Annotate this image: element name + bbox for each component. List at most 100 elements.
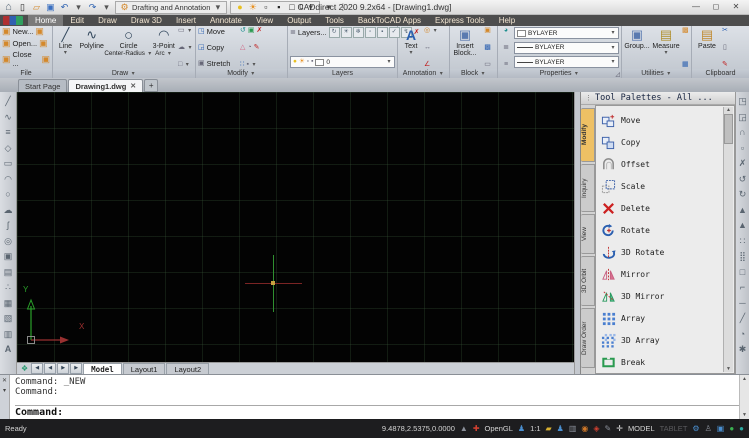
make-block-icon[interactable]: ▤ bbox=[2, 265, 15, 281]
palette-item-copy[interactable]: Copy bbox=[601, 131, 722, 153]
3d-rotate-icon[interactable]: ↻ bbox=[736, 187, 749, 203]
undo-icon[interactable]: ↶ bbox=[59, 3, 70, 12]
panel-label-modify[interactable]: Modify ▾ bbox=[196, 69, 287, 78]
spline-icon[interactable]: ʃ bbox=[2, 218, 15, 234]
orbit-icon[interactable]: ◉ bbox=[581, 425, 588, 433]
cut-icon[interactable]: ✂ bbox=[722, 27, 728, 34]
tab-view[interactable]: View bbox=[249, 15, 280, 26]
leader-icon[interactable]: ∠ bbox=[424, 61, 430, 68]
autoscale-icon[interactable]: ♟ bbox=[557, 425, 564, 433]
palette-item-3d-array[interactable]: 3D Array bbox=[601, 329, 722, 351]
panel-label-layers[interactable]: Layers bbox=[288, 69, 397, 78]
line-icon[interactable]: ╱ bbox=[2, 94, 15, 110]
new-file-icon[interactable]: ▯ bbox=[17, 3, 28, 12]
tab-home[interactable]: Home bbox=[28, 15, 63, 26]
chevron-down-icon[interactable]: ▾ bbox=[251, 62, 257, 68]
tablet-toggle[interactable]: TABLET bbox=[660, 424, 688, 433]
scrollbar-thumb[interactable] bbox=[724, 114, 733, 144]
revcloud-icon[interactable]: ☁ bbox=[2, 203, 15, 219]
multiline-icon[interactable]: ≡ bbox=[2, 125, 15, 141]
stretch-button[interactable]: ▣Stretch bbox=[198, 59, 238, 68]
polyline-icon[interactable]: ∿ bbox=[2, 110, 15, 126]
command-history[interactable]: Command: _NEW Command: Command: bbox=[10, 375, 739, 419]
linetype-dropdown[interactable]: BYLAYER ▾ bbox=[514, 42, 619, 54]
layers-manager-button[interactable]: Layers... bbox=[298, 28, 327, 37]
crosshair-toggle-icon[interactable]: ✛ bbox=[616, 425, 623, 433]
linetype-list-icon[interactable]: ≣ bbox=[500, 44, 512, 51]
palette-item-delete[interactable]: Delete bbox=[601, 197, 722, 219]
panel-label-utilities[interactable]: Utilities ▾ bbox=[622, 69, 691, 78]
redo-dropdown-icon[interactable]: ▾ bbox=[101, 3, 112, 12]
layer-state-icon[interactable]: ↻ bbox=[329, 27, 340, 38]
panel-label-clipboard[interactable]: Clipboard bbox=[692, 69, 749, 78]
new-tab-button[interactable]: + bbox=[144, 79, 158, 92]
scroll-up-icon[interactable]: ▲ bbox=[742, 376, 747, 382]
copy-icon[interactable]: ◲ bbox=[736, 110, 749, 126]
tab-start-page[interactable]: Start Page bbox=[18, 79, 67, 92]
drawing-canvas[interactable]: Y X bbox=[17, 92, 574, 362]
attach-icon[interactable]: ▭ bbox=[480, 61, 495, 68]
tab-edit[interactable]: Edit bbox=[63, 15, 91, 26]
panel-label-draw[interactable]: Draw ▾ bbox=[53, 69, 195, 78]
chamfer-icon[interactable]: ⌐ bbox=[736, 280, 749, 296]
scroll-down-icon[interactable]: ▼ bbox=[726, 366, 731, 372]
palette-tab-inquiry[interactable]: Inquiry bbox=[581, 164, 595, 212]
edit-block-icon[interactable]: ▩ bbox=[480, 44, 495, 51]
insert-block-button[interactable]: ▣ Insert Block... bbox=[452, 27, 478, 68]
3d-array-icon[interactable]: ⣿ bbox=[736, 249, 749, 265]
text-button[interactable]: A Text ▾ bbox=[400, 27, 422, 68]
extend-icon[interactable]: ▣ bbox=[248, 27, 255, 34]
command-scrollbar[interactable]: ▲ ▼ bbox=[739, 375, 749, 419]
prev-tab-button[interactable]: ◀ bbox=[44, 363, 56, 374]
tool-palettes-titlebar[interactable]: ⋮ Tool Palettes - All ... bbox=[581, 92, 735, 105]
palette-item-array[interactable]: Array bbox=[601, 307, 722, 329]
array-icon[interactable]: ∷ bbox=[240, 61, 244, 68]
rectangle-icon[interactable]: ▭ bbox=[2, 156, 15, 172]
line-button[interactable]: ╱ Line ▾ bbox=[55, 27, 76, 68]
trim-icon[interactable]: ◔ bbox=[736, 327, 749, 343]
palette-item-offset[interactable]: Offset bbox=[601, 153, 722, 175]
undo-dropdown-icon[interactable]: ▾ bbox=[73, 3, 84, 12]
lineweight-dropdown[interactable]: BYLAYER ▾ bbox=[514, 56, 619, 68]
palette-item-move[interactable]: Move bbox=[601, 109, 722, 131]
circle-button[interactable]: ○ Circle Center-Radius ▾ bbox=[108, 27, 150, 68]
join-icon[interactable]: ─ bbox=[736, 296, 749, 312]
mirror-icon[interactable]: ▲ bbox=[736, 203, 749, 219]
tab-express-tools[interactable]: Express Tools bbox=[428, 15, 492, 26]
table-icon[interactable]: ▥ bbox=[2, 327, 15, 343]
offset-icon[interactable]: ∩ bbox=[736, 125, 749, 141]
group-button[interactable]: ▣ Group... bbox=[624, 27, 650, 68]
annotation-monitor-icon[interactable]: ✎ bbox=[605, 425, 612, 433]
fillet-icon[interactable]: ╱ bbox=[736, 311, 749, 327]
collapse-command-icon[interactable]: ▾ bbox=[3, 387, 6, 394]
scroll-down-icon[interactable]: ▼ bbox=[742, 412, 747, 418]
layer-state-icon[interactable]: ▫ bbox=[365, 27, 376, 38]
dimension-icon[interactable]: ◎ bbox=[424, 27, 430, 34]
tab-draw[interactable]: Draw bbox=[91, 15, 124, 26]
next-tab-button[interactable]: ▶ bbox=[57, 363, 69, 374]
annotation-visibility-icon[interactable]: ▰ bbox=[546, 425, 552, 433]
panel-label-block[interactable]: Block ▾ bbox=[450, 69, 497, 78]
point-icon[interactable]: ∴ bbox=[2, 280, 15, 296]
palette-item-3d-rotate[interactable]: 3D Rotate bbox=[601, 241, 722, 263]
close-tab-icon[interactable]: ✕ bbox=[130, 82, 136, 90]
rotate-icon[interactable]: ↺ bbox=[736, 172, 749, 188]
redo-icon[interactable]: ↷ bbox=[87, 3, 98, 12]
break-icon[interactable]: □ bbox=[736, 265, 749, 281]
color-wheel-icon[interactable]: ◕ bbox=[500, 27, 512, 34]
workspace-switch-icon[interactable]: ▥ bbox=[569, 425, 577, 433]
user-icon[interactable]: ♙ bbox=[705, 425, 712, 433]
command-input-line[interactable]: Command: bbox=[15, 405, 739, 419]
scale-icon[interactable]: ▫ bbox=[736, 141, 749, 157]
palette-item-scale[interactable]: Scale bbox=[601, 175, 722, 197]
last-tab-button[interactable]: ▶ bbox=[70, 363, 82, 374]
insert-block-icon[interactable]: ▣ bbox=[2, 249, 15, 265]
palette-item-3d-mirror[interactable]: 3D Mirror bbox=[601, 285, 722, 307]
new-button[interactable]: ▣ New... ▣ bbox=[2, 27, 50, 36]
palette-tab-view[interactable]: View bbox=[581, 214, 595, 254]
color-dropdown[interactable]: BYLAYER ▾ bbox=[514, 27, 619, 39]
gradient-icon[interactable]: ▧ bbox=[2, 311, 15, 327]
move-icon[interactable]: ◳ bbox=[736, 94, 749, 110]
erase-icon[interactable]: ✗ bbox=[736, 156, 749, 172]
mirror-icon[interactable]: △ bbox=[240, 44, 245, 51]
